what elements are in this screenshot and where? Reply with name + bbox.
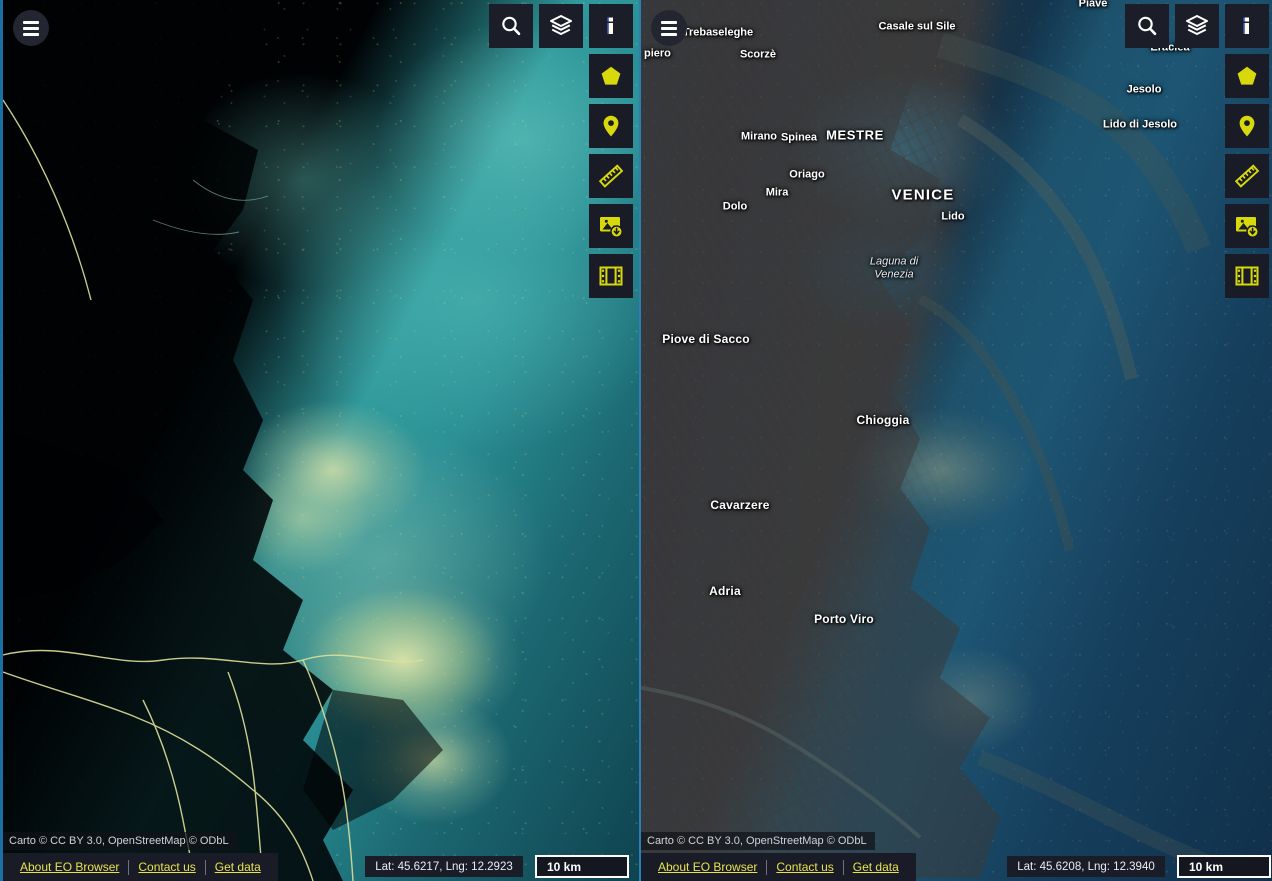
search-icon — [1138, 16, 1157, 36]
map-place-label: Lido di Jesolo — [1103, 118, 1177, 131]
coastline-shape — [641, 0, 1243, 879]
info-button[interactable] — [1225, 4, 1269, 48]
map-place-label: Scorzè — [739, 48, 777, 61]
layers-button[interactable] — [539, 4, 583, 48]
map-place-label: Laguna di — [869, 255, 919, 268]
map-place-label: Casale sul Sile — [878, 20, 956, 33]
get-data-link[interactable]: Get data — [844, 860, 908, 874]
map-pin-icon — [603, 115, 619, 137]
map-place-label: Trebaseleghe — [682, 26, 754, 39]
measure-distance-button[interactable] — [1225, 154, 1269, 198]
download-image-button[interactable] — [589, 204, 633, 248]
map-place-label: Piove di Sacco — [662, 332, 750, 346]
hamburger-icon — [23, 20, 39, 36]
info-button[interactable] — [589, 4, 633, 48]
search-icon — [502, 16, 521, 36]
map-noise-overlay — [3, 0, 639, 881]
map-place-label: Mirano — [740, 130, 778, 143]
pentagon-icon — [601, 66, 621, 85]
add-point-of-interest-button[interactable] — [589, 104, 633, 148]
create-timelapse-button[interactable] — [589, 254, 633, 298]
add-point-of-interest-button[interactable] — [1225, 104, 1269, 148]
map-panel-right[interactable]: Piave Casale sul Sile Trebaseleghe Eraclea … — [639, 0, 1272, 881]
info-icon — [607, 17, 613, 34]
coordinates-readout-right: Lat: 45.6208, Lng: 12.3940 — [1007, 856, 1165, 877]
map-place-label: Cavarzere — [710, 498, 770, 512]
map-place-label: Piave — [1078, 0, 1108, 10]
map-place-label: Oriago — [789, 168, 825, 181]
contact-us-link[interactable]: Contact us — [129, 860, 204, 874]
ruler-icon — [1234, 164, 1260, 188]
contact-us-link[interactable]: Contact us — [767, 860, 842, 874]
bottom-bar-left: About EO Browser Contact us Get data Lat… — [3, 853, 639, 881]
layers-button[interactable] — [1175, 4, 1219, 48]
layers-icon — [1186, 15, 1208, 35]
map-place-label: Venezia — [874, 268, 914, 281]
side-toolbar — [1225, 54, 1269, 298]
map-place-label: Adria — [709, 584, 741, 598]
image-download-icon — [600, 217, 623, 238]
image-download-icon — [1236, 217, 1259, 238]
draw-area-of-interest-button[interactable] — [589, 54, 633, 98]
layers-icon — [550, 15, 572, 35]
footer-links-right: About EO Browser Contact us Get data — [641, 853, 916, 881]
pentagon-icon — [1237, 66, 1257, 85]
create-timelapse-button[interactable] — [1225, 254, 1269, 298]
land-mask-shape — [3, 0, 443, 881]
download-image-button[interactable] — [1225, 204, 1269, 248]
map-field-texture-overlay — [641, 0, 1272, 881]
map-place-label: Lido — [941, 210, 965, 223]
top-toolbar — [1125, 4, 1269, 48]
info-icon — [1243, 17, 1249, 34]
coordinates-readout-left: Lat: 45.6217, Lng: 12.2923 — [365, 856, 523, 877]
about-eo-browser-link[interactable]: About EO Browser — [11, 860, 128, 874]
film-strip-icon — [599, 266, 623, 286]
map-panel-left[interactable]: Carto © CC BY 3.0, OpenStreetMap © ODbL … — [3, 0, 639, 881]
scale-bar-left: 10 km — [535, 855, 629, 878]
menu-button[interactable] — [651, 10, 687, 46]
map-place-label: piero — [643, 47, 671, 60]
map-place-label: Spinea — [780, 131, 818, 144]
top-toolbar — [489, 4, 633, 48]
map-image-true-color[interactable]: Piave Casale sul Sile Trebaseleghe Eraclea … — [641, 0, 1272, 881]
hamburger-icon — [661, 20, 677, 36]
bottom-bar-right: About EO Browser Contact us Get data Lat… — [641, 853, 1272, 881]
map-place-label: Porto Viro — [814, 612, 874, 626]
river-vector-lines — [3, 99, 424, 881]
map-place-label: Dolo — [722, 200, 748, 213]
search-button[interactable] — [1125, 4, 1169, 48]
menu-button[interactable] — [13, 10, 49, 46]
draw-area-of-interest-button[interactable] — [1225, 54, 1269, 98]
map-image-water-quality[interactable] — [3, 0, 639, 881]
map-place-label: Mira — [765, 186, 789, 199]
side-toolbar — [589, 54, 633, 298]
about-eo-browser-link[interactable]: About EO Browser — [649, 860, 766, 874]
map-place-label: Jesolo — [1126, 83, 1162, 96]
map-noise-overlay — [641, 0, 1272, 881]
map-place-label: MESTRE — [826, 127, 884, 143]
measure-distance-button[interactable] — [589, 154, 633, 198]
film-strip-icon — [1235, 266, 1259, 286]
scale-bar-right: 10 km — [1177, 855, 1271, 878]
ruler-icon — [598, 164, 624, 188]
search-button[interactable] — [489, 4, 533, 48]
eo-browser-split-view: Carto © CC BY 3.0, OpenStreetMap © ODbL … — [0, 0, 1272, 881]
map-place-label: VENICE — [891, 186, 955, 204]
get-data-link[interactable]: Get data — [206, 860, 270, 874]
map-pin-icon — [1239, 115, 1255, 137]
footer-links-left: About EO Browser Contact us Get data — [3, 853, 278, 881]
map-place-label: Chioggia — [856, 413, 910, 427]
